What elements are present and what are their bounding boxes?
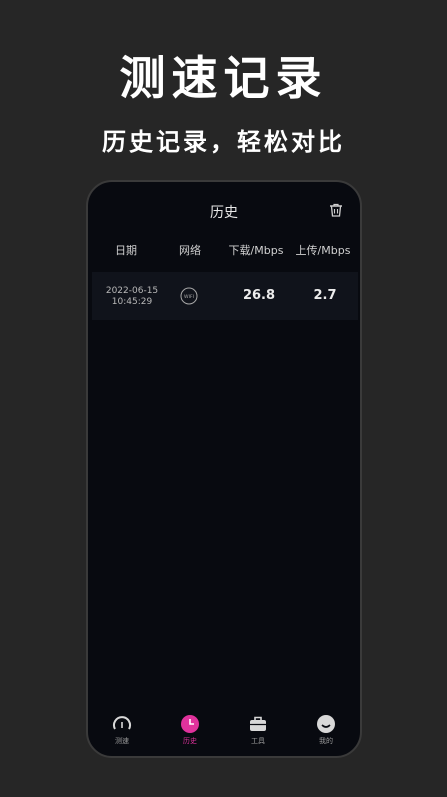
tab-label-profile: 我的 [319, 737, 333, 745]
promo-headline: 测速记录 [119, 51, 328, 105]
column-header-network: 网络 [179, 244, 201, 257]
tab-label-speedtest: 测速 [115, 737, 129, 745]
row-date: 2022-06-15 [105, 286, 159, 296]
tab-label-tools: 工具 [251, 737, 265, 745]
row-upload: 2.7 [313, 288, 337, 303]
column-header-download: 下载/Mbps [228, 244, 284, 257]
row-datetime: 2022-06-15 10:45:29 [98, 286, 166, 308]
column-header-upload: 上传/Mbps [295, 244, 351, 257]
wifi-icon: WIFI [180, 287, 198, 305]
tab-history[interactable]: 历史 [160, 710, 220, 746]
bottom-tab-bar: 测速 历史 工具 我的 [88, 710, 360, 756]
tab-speedtest[interactable]: 测速 [92, 710, 152, 746]
tab-label-history: 历史 [183, 737, 197, 745]
smile-icon [317, 715, 335, 733]
page-title: 历史 [210, 205, 238, 221]
tab-profile[interactable]: 我的 [296, 710, 356, 746]
column-header-date: 日期 [115, 244, 137, 257]
row-download: 26.8 [242, 288, 276, 303]
trash-icon[interactable] [328, 202, 344, 218]
top-bar: 历史 [88, 182, 360, 240]
network-label: WIFI [184, 294, 194, 300]
speedometer-icon [113, 716, 131, 730]
clock-icon [181, 715, 199, 733]
phone-screen: 历史 日期 网络 下载/Mbps 上传/Mbps 2022-06-15 10:4… [86, 180, 362, 758]
tab-tools[interactable]: 工具 [228, 710, 288, 746]
row-time: 10:45:29 [111, 297, 153, 307]
toolbox-icon [250, 716, 266, 731]
table-row[interactable]: 2022-06-15 10:45:29 WIFI 26.8 2.7 [92, 272, 358, 320]
promo-subhead: 历史记录，轻松对比 [102, 127, 345, 156]
